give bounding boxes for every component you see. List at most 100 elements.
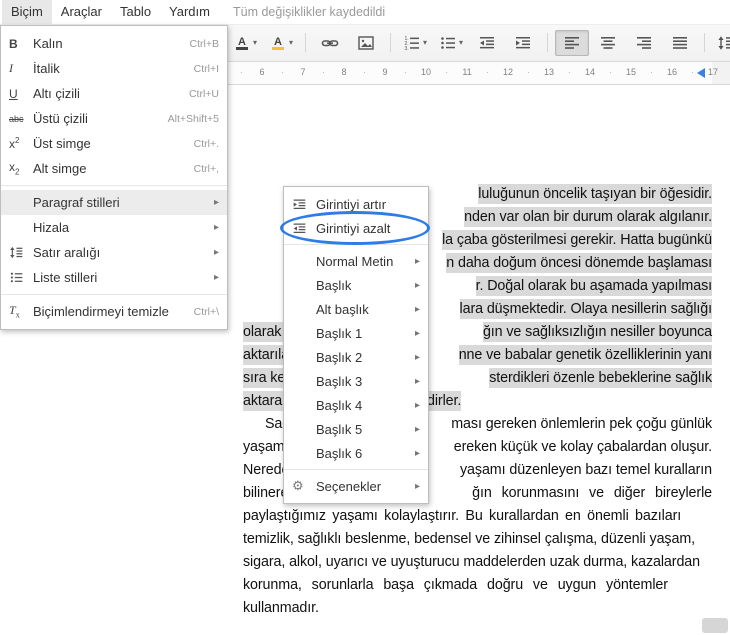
styles-submenu-item-ba-l-k-5[interactable]: Başlık 5 ▸ bbox=[284, 417, 428, 441]
styles-submenu-item-ba-l-k-1[interactable]: Başlık 1 ▸ bbox=[284, 321, 428, 345]
superscript-icon: x2 bbox=[9, 136, 20, 151]
menu-item-shortcut: Ctrl+B bbox=[189, 37, 219, 50]
bullet-list-button[interactable]: ▾ bbox=[434, 30, 468, 56]
app-window: luluğunun öncelik taşıyan bir öğesidir. n… bbox=[0, 0, 730, 635]
format-menu-item-alt-izili[interactable]: U Altı çizili Ctrl+U bbox=[1, 81, 227, 106]
align-right-icon bbox=[635, 34, 653, 52]
document-line-text: kullanmadır. bbox=[243, 600, 319, 616]
highlight-color-icon: A bbox=[269, 34, 287, 52]
styles-submenu-item-ba-l-k[interactable]: Başlık ▸ bbox=[284, 273, 428, 297]
ruler-number: 15 bbox=[625, 67, 637, 77]
indent-decrease-button[interactable] bbox=[470, 30, 504, 56]
svg-text:3.: 3. bbox=[404, 45, 408, 51]
menu-item-shortcut: Alt+Shift+5 bbox=[167, 112, 219, 125]
toolbar-separator bbox=[704, 33, 705, 52]
document-line-fragment: ması gereken önlemlerin pek çoğu günlük bbox=[451, 416, 712, 432]
align-justify-button[interactable] bbox=[663, 30, 697, 56]
styles-submenu-item-normal-metin[interactable]: Normal Metin ▸ bbox=[284, 249, 428, 273]
menubar-items: Biçim Araçlar Tablo Yardım bbox=[2, 0, 219, 24]
document-line-fragment: nne ve babalar genetik özelliklerinin ya… bbox=[458, 345, 712, 365]
styles-submenu-item-girintiyi-art-r[interactable]: Girintiyi artır bbox=[284, 192, 428, 216]
align-center-icon bbox=[599, 34, 617, 52]
right-indent-marker[interactable] bbox=[697, 68, 705, 78]
document-line-fragment: nden var olan bir durum olarak algılanır… bbox=[464, 207, 712, 227]
indent-increase-icon bbox=[514, 34, 532, 52]
text-color-button[interactable]: A ▾ bbox=[228, 30, 262, 56]
align-right-button[interactable] bbox=[627, 30, 661, 56]
document-line-fragment: lara düşmektedir. Olaya nesillerin sağlı… bbox=[459, 299, 712, 319]
menu-item-label: Seçenekler bbox=[316, 478, 382, 494]
document-line[interactable]: sigara, alkol, uyarıcı ve uyuşturucu mad… bbox=[0, 552, 730, 573]
ruler-number: 13 bbox=[543, 67, 555, 77]
submenu-arrow-icon: ▸ bbox=[213, 247, 219, 258]
format-menu-item-bi-imlendirmeyi-temizle[interactable]: Tx Biçimlendirmeyi temizle Ctrl+\ bbox=[1, 299, 227, 324]
submenu-arrow-icon: ▸ bbox=[213, 222, 219, 233]
menubar-item-bi-im[interactable]: Biçim bbox=[2, 0, 52, 24]
format-menu-item-paragraf-stilleri[interactable]: Paragraf stilleri ▸ bbox=[1, 190, 227, 215]
line-spacing-button[interactable]: ▾ bbox=[712, 30, 730, 56]
ruler-number: 7 bbox=[300, 67, 306, 77]
document-line[interactable]: temizlik, sağlıklı beslenme, bedensel ve… bbox=[0, 529, 730, 550]
menu-item-shortcut: Ctrl+I bbox=[193, 62, 219, 75]
document-line-fragment: r. Doğal olarak bu aşamada yapılması bbox=[475, 276, 712, 296]
document-line-text: paylaştığımız yaşamı kolaylaştırır. Bu k… bbox=[243, 508, 682, 524]
submenu-arrow-icon: ▸ bbox=[213, 197, 219, 208]
menubar-item-tablo[interactable]: Tablo bbox=[111, 0, 160, 24]
line-spacing-icon bbox=[9, 245, 33, 260]
dropdown-arrow-icon[interactable]: ▾ bbox=[423, 38, 427, 47]
toolbar-separator bbox=[305, 33, 306, 52]
align-left-button[interactable] bbox=[555, 29, 589, 56]
numbered-list-button[interactable]: 1. 2. 3. ▾ bbox=[398, 30, 432, 56]
dropdown-arrow-icon[interactable]: ▾ bbox=[459, 38, 463, 47]
styles-submenu-item-ba-l-k-4[interactable]: Başlık 4 ▸ bbox=[284, 393, 428, 417]
svg-text:A: A bbox=[274, 36, 282, 48]
ruler-tick: · bbox=[240, 67, 243, 77]
ruler-tick: · bbox=[363, 67, 366, 77]
styles-submenu-item-se-enekler[interactable]: ⚙ Seçenekler ▸ bbox=[284, 474, 428, 498]
submenu-arrow-icon: ▸ bbox=[414, 375, 420, 387]
submenu-arrow-icon: ▸ bbox=[414, 279, 420, 291]
menu-item-label: Paragraf stilleri bbox=[33, 195, 120, 210]
indent-increase-button[interactable] bbox=[506, 30, 540, 56]
dropdown-arrow-icon[interactable]: ▾ bbox=[289, 38, 293, 47]
styles-submenu-item-ba-l-k-3[interactable]: Başlık 3 ▸ bbox=[284, 369, 428, 393]
menu-item-label: İtalik bbox=[33, 61, 60, 76]
indent-decrease-icon bbox=[478, 34, 496, 52]
ruler-tick: · bbox=[445, 67, 448, 77]
menu-item-label: Altı çizili bbox=[33, 86, 80, 101]
menubar-item-ara-lar[interactable]: Araçlar bbox=[52, 0, 111, 24]
insert-link-button[interactable] bbox=[313, 30, 347, 56]
styles-submenu-item-girintiyi-azalt[interactable]: Girintiyi azalt bbox=[280, 211, 430, 245]
ruler-tick: · bbox=[568, 67, 571, 77]
document-line[interactable]: korunma, sorunlarla başa çıkmada doğru v… bbox=[0, 575, 730, 596]
format-menu-item-sat-r-aral[interactable]: Satır aralığı ▸ bbox=[1, 240, 227, 265]
menu-item-label: Satır aralığı bbox=[33, 245, 101, 260]
format-menu-item-liste-stilleri[interactable]: Liste stilleri ▸ bbox=[1, 265, 227, 290]
menu-item-label: Başlık 1 bbox=[316, 325, 363, 341]
format-menu-item-st-simge[interactable]: x2 Üst simge Ctrl+. bbox=[1, 131, 227, 156]
menu-item-label: Üst simge bbox=[33, 136, 91, 151]
ruler-number: 17 bbox=[707, 67, 719, 77]
styles-submenu-item-ba-l-k-6[interactable]: Başlık 6 ▸ bbox=[284, 441, 428, 465]
menubar-item-yard-m[interactable]: Yardım bbox=[160, 0, 219, 24]
align-center-button[interactable] bbox=[591, 30, 625, 56]
menu-item-shortcut: Ctrl+\ bbox=[193, 305, 219, 318]
menu-item-label: Başlık 2 bbox=[316, 349, 363, 365]
document-line[interactable]: kullanmadır. bbox=[0, 598, 730, 619]
insert-image-icon bbox=[357, 34, 375, 52]
format-menu-item-st-izili[interactable]: abc Üstü çizili Alt+Shift+5 bbox=[1, 106, 227, 131]
document-line[interactable]: paylaştığımız yaşamı kolaylaştırır. Bu k… bbox=[0, 506, 730, 527]
scroll-corner[interactable] bbox=[702, 618, 728, 633]
format-menu-item-alt-simge[interactable]: x2 Alt simge Ctrl+, bbox=[1, 156, 227, 181]
submenu-arrow-icon: ▸ bbox=[414, 327, 420, 339]
dropdown-arrow-icon[interactable]: ▾ bbox=[253, 38, 257, 47]
format-menu-item-i-talik[interactable]: I İtalik Ctrl+I bbox=[1, 56, 227, 81]
highlight-color-button[interactable]: A ▾ bbox=[264, 30, 298, 56]
styles-submenu-item-ba-l-k-2[interactable]: Başlık 2 ▸ bbox=[284, 345, 428, 369]
ruler-number: 9 bbox=[382, 67, 388, 77]
format-menu-item-hizala[interactable]: Hizala ▸ bbox=[1, 215, 227, 240]
format-menu-item-kal-n[interactable]: B Kalın Ctrl+B bbox=[1, 31, 227, 56]
styles-submenu-item-alt-ba-l-k[interactable]: Alt başlık ▸ bbox=[284, 297, 428, 321]
insert-image-button[interactable] bbox=[349, 30, 383, 56]
bullet-list-icon bbox=[439, 34, 457, 52]
